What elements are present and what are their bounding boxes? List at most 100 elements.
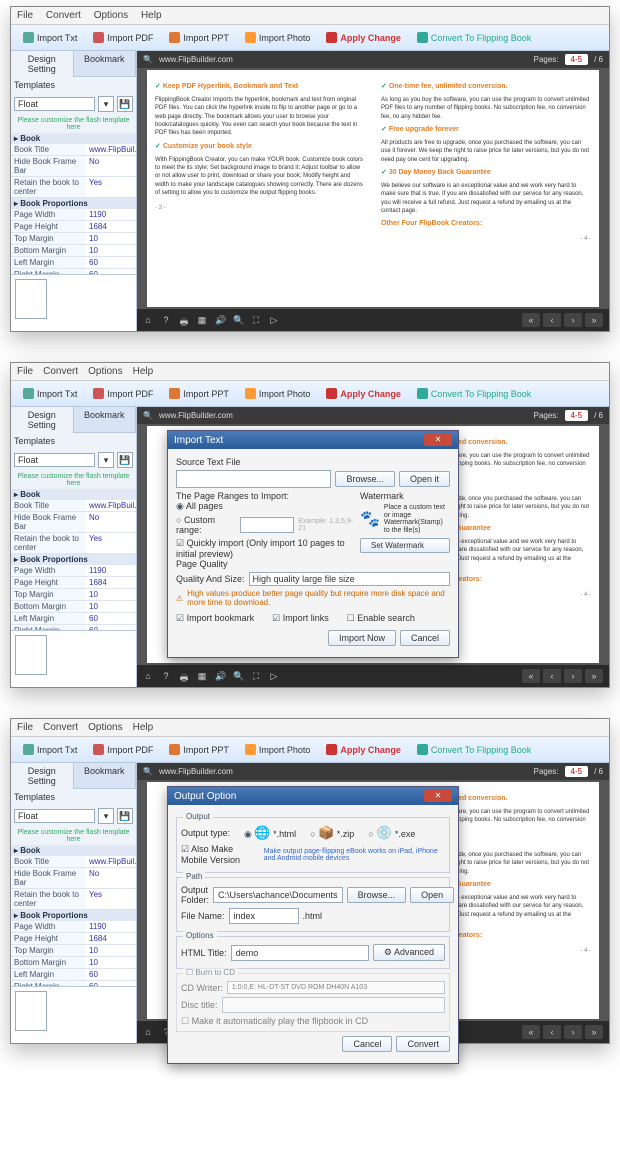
menu-help[interactable]: Help bbox=[141, 10, 162, 21]
convert-button[interactable]: Convert bbox=[396, 1036, 450, 1052]
menu-options[interactable]: Options bbox=[94, 10, 128, 21]
print-icon[interactable]: 🖶 bbox=[179, 315, 189, 325]
import-bookmark-check[interactable]: Import bookmark bbox=[176, 613, 254, 624]
prop-row[interactable]: Bottom Margin10 bbox=[11, 957, 136, 969]
help-icon[interactable]: ? bbox=[161, 315, 171, 325]
prop-row[interactable]: Top Margin10 bbox=[11, 589, 136, 601]
prop-row[interactable]: Book Titlewww.FlipBuil... bbox=[11, 500, 136, 512]
last-button[interactable]: » bbox=[585, 313, 603, 327]
prop-row[interactable]: Top Margin10 bbox=[11, 233, 136, 245]
open-button[interactable]: Open bbox=[410, 887, 454, 903]
prop-header[interactable]: ▸ Book Proportions bbox=[11, 198, 136, 209]
import-now-button[interactable]: Import Now bbox=[328, 630, 396, 646]
quick-import-check[interactable]: Quickly import (Only import 10 pages to … bbox=[176, 538, 354, 559]
apply-change-button[interactable]: Apply Change bbox=[320, 29, 407, 46]
advanced-button[interactable]: ⚙ Advanced bbox=[373, 944, 445, 961]
import-photo-button[interactable]: Import Photo bbox=[239, 385, 317, 402]
close-icon[interactable]: ✕ bbox=[424, 434, 452, 446]
prop-row[interactable]: Book Titlewww.FlipBuil... bbox=[11, 856, 136, 868]
open-button[interactable]: Open it bbox=[399, 471, 450, 487]
home-icon[interactable]: ⌂ bbox=[143, 315, 153, 325]
autoplay-check[interactable]: Make it automatically play the flipbook … bbox=[181, 1016, 445, 1027]
next-button[interactable]: › bbox=[564, 313, 582, 327]
menu-convert[interactable]: Convert bbox=[46, 10, 81, 21]
menu-file[interactable]: File bbox=[17, 10, 33, 21]
close-icon[interactable]: ✕ bbox=[424, 790, 452, 802]
prop-row[interactable]: Hide Book Frame BarNo bbox=[11, 868, 136, 889]
browse-button[interactable]: Browse... bbox=[347, 887, 407, 903]
custom-range-input[interactable] bbox=[240, 517, 295, 533]
enable-search-check[interactable]: Enable search bbox=[347, 613, 415, 624]
output-folder-input[interactable]: C:\Users\achance\Documents bbox=[213, 887, 343, 903]
prop-row[interactable]: Hide Book Frame BarNo bbox=[11, 156, 136, 177]
first-button[interactable]: « bbox=[522, 313, 540, 327]
prop-header[interactable]: ▸ Book bbox=[11, 489, 136, 500]
custom-range-radio[interactable]: Custom range: bbox=[176, 515, 236, 535]
prop-header[interactable]: ▸ Book Proportions bbox=[11, 910, 136, 921]
prop-row[interactable]: Bottom Margin10 bbox=[11, 245, 136, 257]
cd-writer-select[interactable]: 1:0:0,E: HL-DT-ST DVD ROM DH40N A103 bbox=[227, 981, 445, 994]
prop-row[interactable]: Page Height1684 bbox=[11, 577, 136, 589]
output-html-radio[interactable]: 🌐 *.html bbox=[244, 825, 296, 841]
fullscreen-icon[interactable]: ⛶ bbox=[251, 315, 261, 325]
prop-row[interactable]: Book Titlewww.FlipBuil... bbox=[11, 144, 136, 156]
import-ppt-button[interactable]: Import PPT bbox=[163, 29, 235, 46]
prop-row[interactable]: Page Width1190 bbox=[11, 921, 136, 933]
html-title-input[interactable]: demo bbox=[231, 945, 369, 961]
book-spread[interactable]: ✓ Keep PDF Hyperlink, Bookmark and Text … bbox=[137, 68, 609, 309]
convert-button[interactable]: Convert To Flipping Book bbox=[411, 29, 537, 46]
page-thumb[interactable] bbox=[15, 279, 47, 319]
search-icon[interactable]: 🔍 bbox=[143, 55, 153, 64]
quality-select[interactable]: High quality large file size bbox=[249, 572, 450, 586]
cancel-button[interactable]: Cancel bbox=[400, 630, 450, 646]
autoplay-icon[interactable]: ▷ bbox=[269, 315, 279, 325]
prop-row[interactable]: Retain the book to centerYes bbox=[11, 177, 136, 198]
template-select[interactable]: Float bbox=[14, 97, 95, 111]
thumbs-icon[interactable]: ▦ bbox=[197, 315, 207, 325]
page-input[interactable]: 4-5 bbox=[565, 54, 589, 65]
prop-header[interactable]: ▸ Book Proportions bbox=[11, 554, 136, 565]
import-links-check[interactable]: Import links bbox=[272, 613, 329, 624]
prop-row[interactable]: Page Height1684 bbox=[11, 221, 136, 233]
template-save-button[interactable]: 💾 bbox=[117, 96, 133, 112]
output-zip-radio[interactable]: 📦 *.zip bbox=[310, 825, 354, 841]
all-pages-radio[interactable]: All pages bbox=[176, 501, 354, 512]
import-pdf-button[interactable]: Import PDF bbox=[87, 385, 159, 402]
source-input[interactable] bbox=[176, 470, 331, 488]
tab-bookmark[interactable]: Bookmark bbox=[74, 51, 137, 77]
sound-icon[interactable]: 🔊 bbox=[215, 315, 225, 325]
import-txt-button[interactable]: Import Txt bbox=[17, 385, 83, 402]
zoom-icon[interactable]: 🔍 bbox=[233, 315, 243, 325]
prop-row[interactable]: Top Margin10 bbox=[11, 945, 136, 957]
convert-button[interactable]: Convert To Flipping Book bbox=[411, 385, 537, 402]
cancel-button[interactable]: Cancel bbox=[342, 1036, 392, 1052]
prop-row[interactable]: Retain the book to centerYes bbox=[11, 889, 136, 910]
prop-row[interactable]: Page Width1190 bbox=[11, 209, 136, 221]
prop-row[interactable]: Left Margin60 bbox=[11, 257, 136, 269]
import-txt-button[interactable]: Import Txt bbox=[17, 29, 83, 46]
browse-button[interactable]: Browse... bbox=[335, 471, 395, 487]
prop-row[interactable]: Page Width1190 bbox=[11, 565, 136, 577]
disc-title-input[interactable] bbox=[222, 997, 445, 1013]
prop-row[interactable]: Left Margin60 bbox=[11, 969, 136, 981]
import-photo-button[interactable]: Import Photo bbox=[239, 29, 317, 46]
output-exe-radio[interactable]: 💿 *.exe bbox=[368, 825, 415, 841]
prop-header[interactable]: ▸ Book bbox=[11, 845, 136, 856]
prop-row[interactable]: Retain the book to centerYes bbox=[11, 533, 136, 554]
prop-row[interactable]: Left Margin60 bbox=[11, 613, 136, 625]
mobile-check[interactable]: Also Make Mobile Version bbox=[181, 844, 260, 865]
property-grid[interactable]: ▸ BookBook Titlewww.FlipBuil...Hide Book… bbox=[11, 133, 136, 274]
burn-cd-check[interactable]: Burn to CD bbox=[183, 968, 238, 977]
prop-row[interactable]: Hide Book Frame BarNo bbox=[11, 512, 136, 533]
prop-row[interactable]: Page Height1684 bbox=[11, 933, 136, 945]
prev-button[interactable]: ‹ bbox=[543, 313, 561, 327]
prop-header[interactable]: ▸ Book bbox=[11, 133, 136, 144]
import-pdf-button[interactable]: Import PDF bbox=[87, 29, 159, 46]
template-browse-button[interactable]: ▾ bbox=[98, 96, 114, 112]
tab-design[interactable]: Design Setting bbox=[11, 51, 74, 77]
apply-change-button[interactable]: Apply Change bbox=[320, 385, 407, 402]
filename-input[interactable]: index bbox=[229, 908, 299, 924]
import-ppt-button[interactable]: Import PPT bbox=[163, 385, 235, 402]
set-watermark-button[interactable]: Set Watermark bbox=[360, 538, 450, 553]
prop-row[interactable]: Bottom Margin10 bbox=[11, 601, 136, 613]
